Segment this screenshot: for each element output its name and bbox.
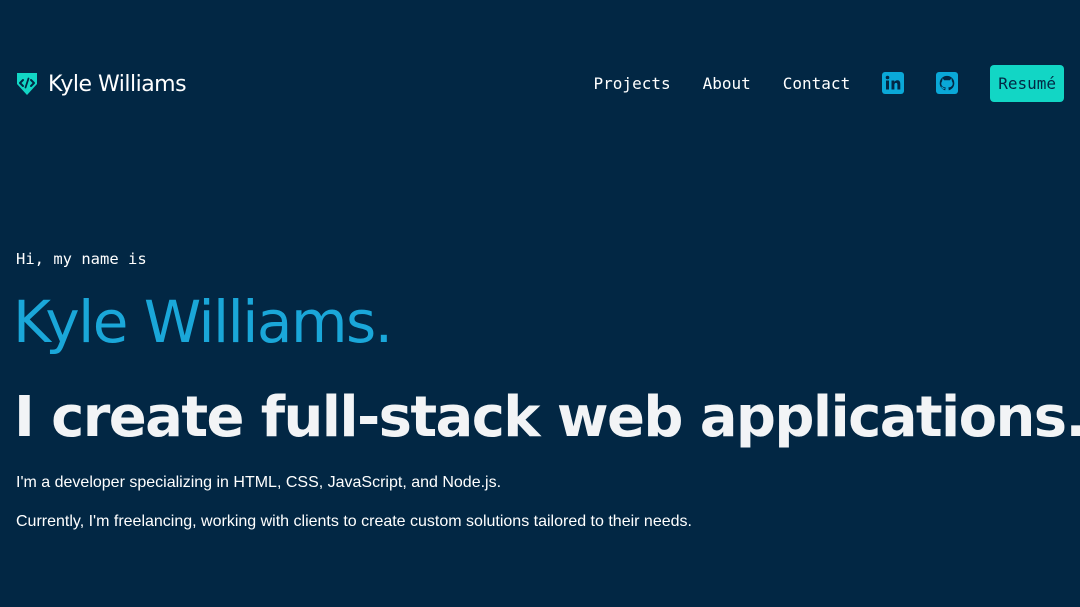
resume-button[interactable]: Resumé (990, 64, 1064, 102)
hero-intro-text: I'm a developer specializing in HTML, CS… (16, 474, 502, 491)
nav-link-contact[interactable]: Contact (783, 74, 850, 93)
linkedin-icon (882, 72, 905, 94)
nav-link-projects[interactable]: Projects (594, 74, 671, 93)
hero-section: Hi, my name is Kyle Williams. I create f… (13, 244, 1080, 531)
hero-tagline: I create full-stack web applications. (14, 385, 1080, 450)
brand-home-link[interactable]: Kyle Williams (16, 68, 187, 100)
github-link[interactable] (936, 72, 959, 94)
github-icon (936, 72, 959, 94)
nav-link-about[interactable]: About (703, 74, 751, 93)
site-header: Kyle Williams Projects About Contact Res… (0, 0, 1080, 166)
hero-name: Kyle Williams. (13, 288, 393, 356)
code-shield-icon (17, 73, 37, 95)
linkedin-link[interactable] (882, 72, 905, 94)
hero-greeting: Hi, my name is (16, 250, 147, 268)
main-nav: Projects About Contact Resumé (594, 64, 1064, 102)
brand-name: Kyle Williams (48, 71, 187, 97)
hero-status-text: Currently, I'm freelancing, working with… (16, 513, 692, 530)
